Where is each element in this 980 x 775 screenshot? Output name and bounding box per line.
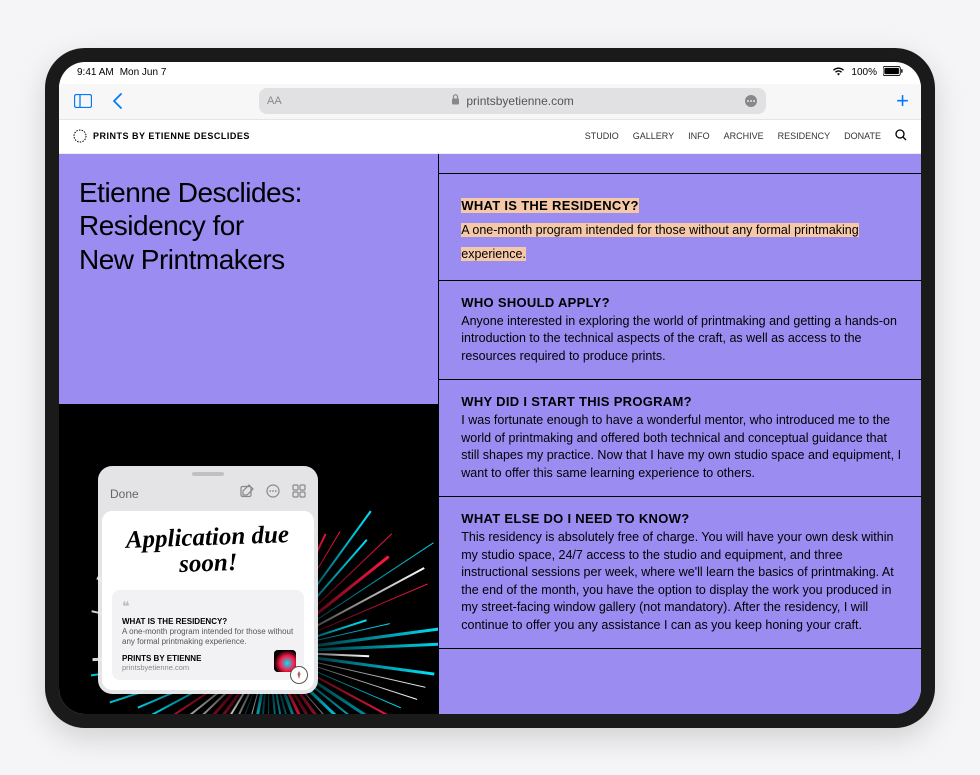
link-preview-card[interactable]: ❝ WHAT IS THE RESIDENCY? A one-month pro…	[112, 590, 304, 680]
status-time: 9:41 AM	[77, 67, 114, 78]
site-brand-text: PRINTS BY ETIENNE DESCLIDES	[93, 131, 250, 141]
status-bar: 9:41 AM Mon Jun 7 100%	[59, 62, 921, 84]
battery-percent: 100%	[851, 67, 877, 78]
nav-donate[interactable]: DONATE	[844, 131, 881, 141]
quick-note-header: Done	[98, 482, 318, 511]
page-settings-icon[interactable]	[744, 94, 758, 108]
faq-section: WHO SHOULD APPLY? Anyone interested in ex…	[439, 281, 921, 381]
grid-icon[interactable]	[292, 484, 306, 503]
more-icon[interactable]	[266, 484, 280, 503]
faq-question: WHO SHOULD APPLY?	[461, 295, 903, 310]
link-title: WHAT IS THE RESIDENCY?	[122, 617, 294, 626]
site-nav: STUDIO GALLERY INFO ARCHIVE RESIDENCY DO…	[585, 129, 907, 143]
nav-info[interactable]: INFO	[688, 131, 710, 141]
nav-gallery[interactable]: GALLERY	[633, 131, 674, 141]
safari-toolbar: AA printsbyetienne.com +	[59, 84, 921, 120]
quick-note-panel[interactable]: Done Application due soon! ❝ WHAT IS THE…	[98, 466, 318, 693]
page-title: Etienne Desclides: Residency for New Pri…	[79, 176, 418, 277]
faq-question: WHAT IS THE RESIDENCY?	[461, 198, 639, 213]
faq-answer: This residency is absolutely free of cha…	[461, 529, 903, 634]
faq-question: WHAT ELSE DO I NEED TO KNOW?	[461, 511, 903, 526]
page-content: Etienne Desclides: Residency for New Pri…	[59, 154, 921, 714]
faq-section: WHY DID I START THIS PROGRAM? I was fortu…	[439, 380, 921, 497]
nav-residency[interactable]: RESIDENCY	[778, 131, 831, 141]
logo-badge-icon	[73, 129, 87, 143]
reader-aa-icon[interactable]: AA	[267, 95, 282, 107]
ipad-device-frame: 9:41 AM Mon Jun 7 100% AA	[45, 48, 935, 728]
back-button[interactable]	[105, 89, 129, 113]
quick-note-body[interactable]: Application due soon! ❝ WHAT IS THE RESI…	[102, 511, 314, 689]
lock-icon	[451, 94, 460, 108]
handwritten-note: Application due soon!	[111, 516, 305, 593]
faq-answer: A one-month program intended for those w…	[461, 223, 858, 261]
nav-archive[interactable]: ARCHIVE	[724, 131, 764, 141]
quote-icon: ❝	[122, 598, 294, 615]
link-url: printsbyetienne.com	[122, 663, 294, 672]
faq-section: WHAT IS THE RESIDENCY? A one-month progra…	[439, 174, 921, 281]
url-text: printsbyetienne.com	[466, 94, 573, 108]
faq-answer: Anyone interested in exploring the world…	[461, 313, 903, 366]
new-tab-button[interactable]: +	[896, 88, 909, 114]
faq-section: WHAT ELSE DO I NEED TO KNOW? This residen…	[439, 497, 921, 649]
sidebar-toggle-icon[interactable]	[71, 89, 95, 113]
battery-icon	[883, 66, 903, 79]
link-description: A one-month program intended for those w…	[122, 627, 294, 648]
site-logo[interactable]: PRINTS BY ETIENNE DESCLIDES	[73, 129, 250, 143]
link-source: PRINTS BY ETIENNE	[122, 654, 294, 663]
address-bar[interactable]: AA printsbyetienne.com	[259, 88, 766, 114]
ipad-screen: 9:41 AM Mon Jun 7 100% AA	[59, 62, 921, 714]
site-header: PRINTS BY ETIENNE DESCLIDES STUDIO GALLE…	[59, 120, 921, 154]
nav-studio[interactable]: STUDIO	[585, 131, 619, 141]
faq-question: WHY DID I START THIS PROGRAM?	[461, 394, 903, 409]
done-button[interactable]: Done	[110, 487, 139, 501]
drag-handle[interactable]	[98, 466, 318, 482]
content-right-column[interactable]: WHAT IS THE RESIDENCY? A one-month progra…	[438, 154, 921, 714]
search-icon[interactable]	[895, 129, 907, 143]
status-date: Mon Jun 7	[120, 67, 167, 78]
compose-icon[interactable]	[240, 484, 254, 503]
wifi-icon	[832, 66, 845, 79]
safari-compass-icon[interactable]	[290, 666, 308, 684]
faq-answer: I was fortunate enough to have a wonderf…	[461, 412, 903, 482]
